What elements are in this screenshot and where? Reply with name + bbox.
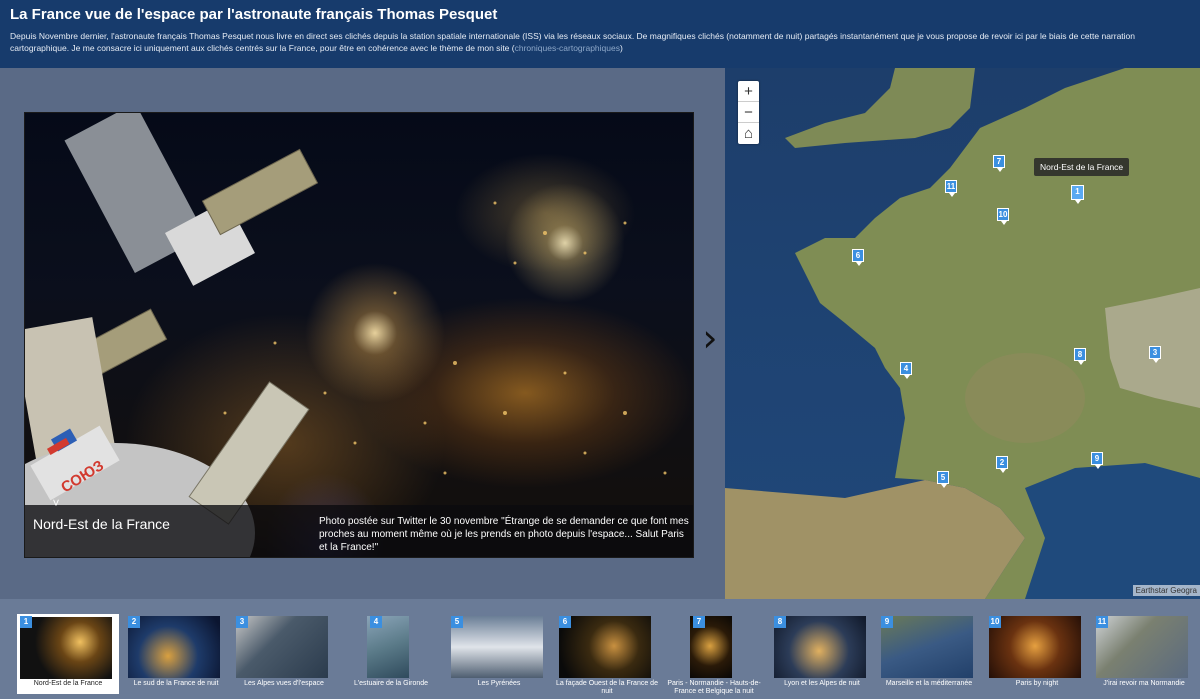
thumbnail-image <box>236 616 328 678</box>
thumbnail-number: 6 <box>559 616 571 628</box>
iss-night-photo: СОЮЗ ˅ Nord-Est de la France Photo posté… <box>24 112 694 558</box>
zoom-in-button[interactable]: + <box>738 81 759 102</box>
map-marker[interactable]: 1 <box>1071 185 1084 204</box>
site-link[interactable]: chroniques-cartographiques <box>515 43 620 53</box>
thumbnail-label: Marseille et la méditerranée <box>885 680 973 687</box>
zoom-controls: + − ⌂ <box>738 81 759 144</box>
map-terrain <box>725 68 1200 599</box>
map-marker[interactable]: 11 <box>945 180 957 197</box>
page-header: La France vue de l'espace par l'astronau… <box>0 0 1200 68</box>
thumbnail-number: 2 <box>128 616 140 628</box>
map-marker[interactable]: 8 <box>1074 348 1086 365</box>
map-marker[interactable]: 2 <box>996 456 1008 473</box>
thumbnail-number: 8 <box>774 616 786 628</box>
map-marker[interactable]: 10 <box>997 208 1009 225</box>
map-attribution: Earthstar Geogra <box>1132 585 1200 596</box>
thumbnail-number: 4 <box>370 616 382 628</box>
next-arrow-icon[interactable]: › <box>697 318 723 358</box>
thumbnail-item[interactable]: 7 Paris - Normandie - Hauts-de-France et… <box>663 614 765 695</box>
thumbnail-number: 9 <box>881 616 893 628</box>
thumbnail-label: Les Pyrénées <box>477 680 521 687</box>
photo-illustration: СОЮЗ <box>25 113 667 557</box>
thumbnail-carousel: 1 Nord-Est de la France 2 Le sud de la F… <box>0 599 1200 699</box>
thumbnail-label: J'irai revoir ma Normandie <box>1103 680 1185 687</box>
map-marker[interactable]: 5 <box>937 471 949 488</box>
thumbnail-item[interactable]: 2 Le sud de la France de nuit <box>125 614 227 694</box>
thumbnail-label: L'estuaire de la Gironde <box>353 680 429 687</box>
thumbnail-number: 7 <box>693 616 705 628</box>
map-marker[interactable]: 7 <box>993 155 1005 172</box>
photo-title: Nord-Est de la France <box>33 516 170 532</box>
thumbnail-image <box>128 616 220 678</box>
map-view[interactable]: + − ⌂ 1 2 3 4 5 6 7 8 9 10 11 Earthstar … <box>725 68 1200 599</box>
thumbnail-item[interactable]: 3 Les Alpes vues d'l'espace <box>233 614 335 694</box>
photo-caption: Photo postée sur Twitter le 30 novembre … <box>319 516 689 553</box>
thumbnail-item[interactable]: 6 La façade Ouest de la France de nuit <box>556 614 658 695</box>
thumbnail-label: La façade Ouest de la France de nuit <box>556 680 658 695</box>
map-marker[interactable]: 9 <box>1091 452 1103 469</box>
chevron-down-icon[interactable]: ˅ <box>49 496 63 510</box>
map-marker[interactable]: 3 <box>1149 346 1161 363</box>
zoom-out-button[interactable]: − <box>738 102 759 123</box>
thumbnail-label: Les Alpes vues d'l'espace <box>244 680 324 687</box>
thumbnail-image <box>20 617 112 679</box>
thumbnail-image <box>774 616 866 678</box>
thumbnail-item[interactable]: 1 Nord-Est de la France <box>17 614 119 694</box>
thumbnail-label: Paris by night <box>1015 680 1059 687</box>
thumbnail-label: Paris - Normandie - Hauts-de-France et B… <box>667 680 761 695</box>
thumbnail-image <box>989 616 1081 678</box>
map-marker[interactable]: 6 <box>852 249 864 266</box>
thumbnail-number: 10 <box>989 616 1001 628</box>
thumbnail-item[interactable]: 4 L'estuaire de la Gironde <box>340 614 442 694</box>
thumbnail-label: Nord-Est de la France <box>33 680 103 687</box>
thumbnail-number: 3 <box>236 616 248 628</box>
thumbnail-image <box>559 616 651 678</box>
thumbnail-image <box>881 616 973 678</box>
media-panel: СОЮЗ ˅ Nord-Est de la France Photo posté… <box>0 68 725 599</box>
thumbnail-number: 5 <box>451 616 463 628</box>
thumbnail-label: Lyon et les Alpes de nuit <box>784 680 860 687</box>
page-description: Depuis Novembre dernier, l'astronaute fr… <box>10 31 1136 53</box>
thumbnail-number: 1 <box>20 616 32 628</box>
map-marker[interactable]: 4 <box>900 362 912 379</box>
thumbnail-item[interactable]: 5 Les Pyrénées <box>448 614 550 694</box>
thumbnail-item[interactable]: 9 Marseille et la méditerranée <box>878 614 980 694</box>
home-icon[interactable]: ⌂ <box>738 123 759 144</box>
thumbnail-image <box>451 616 543 678</box>
map-tooltip: Nord-Est de la France <box>1034 158 1130 176</box>
thumbnail-number: 11 <box>1096 616 1108 628</box>
thumbnail-label: Le sud de la France de nuit <box>133 680 219 687</box>
thumbnail-image <box>1096 616 1188 678</box>
thumbnail-item[interactable]: 10 Paris by night <box>986 614 1088 694</box>
thumbnail-item[interactable]: 11 J'irai revoir ma Normandie <box>1093 614 1195 694</box>
page-title: La France vue de l'espace par l'astronau… <box>10 6 498 23</box>
thumbnail-item[interactable]: 8 Lyon et les Alpes de nuit <box>771 614 873 694</box>
